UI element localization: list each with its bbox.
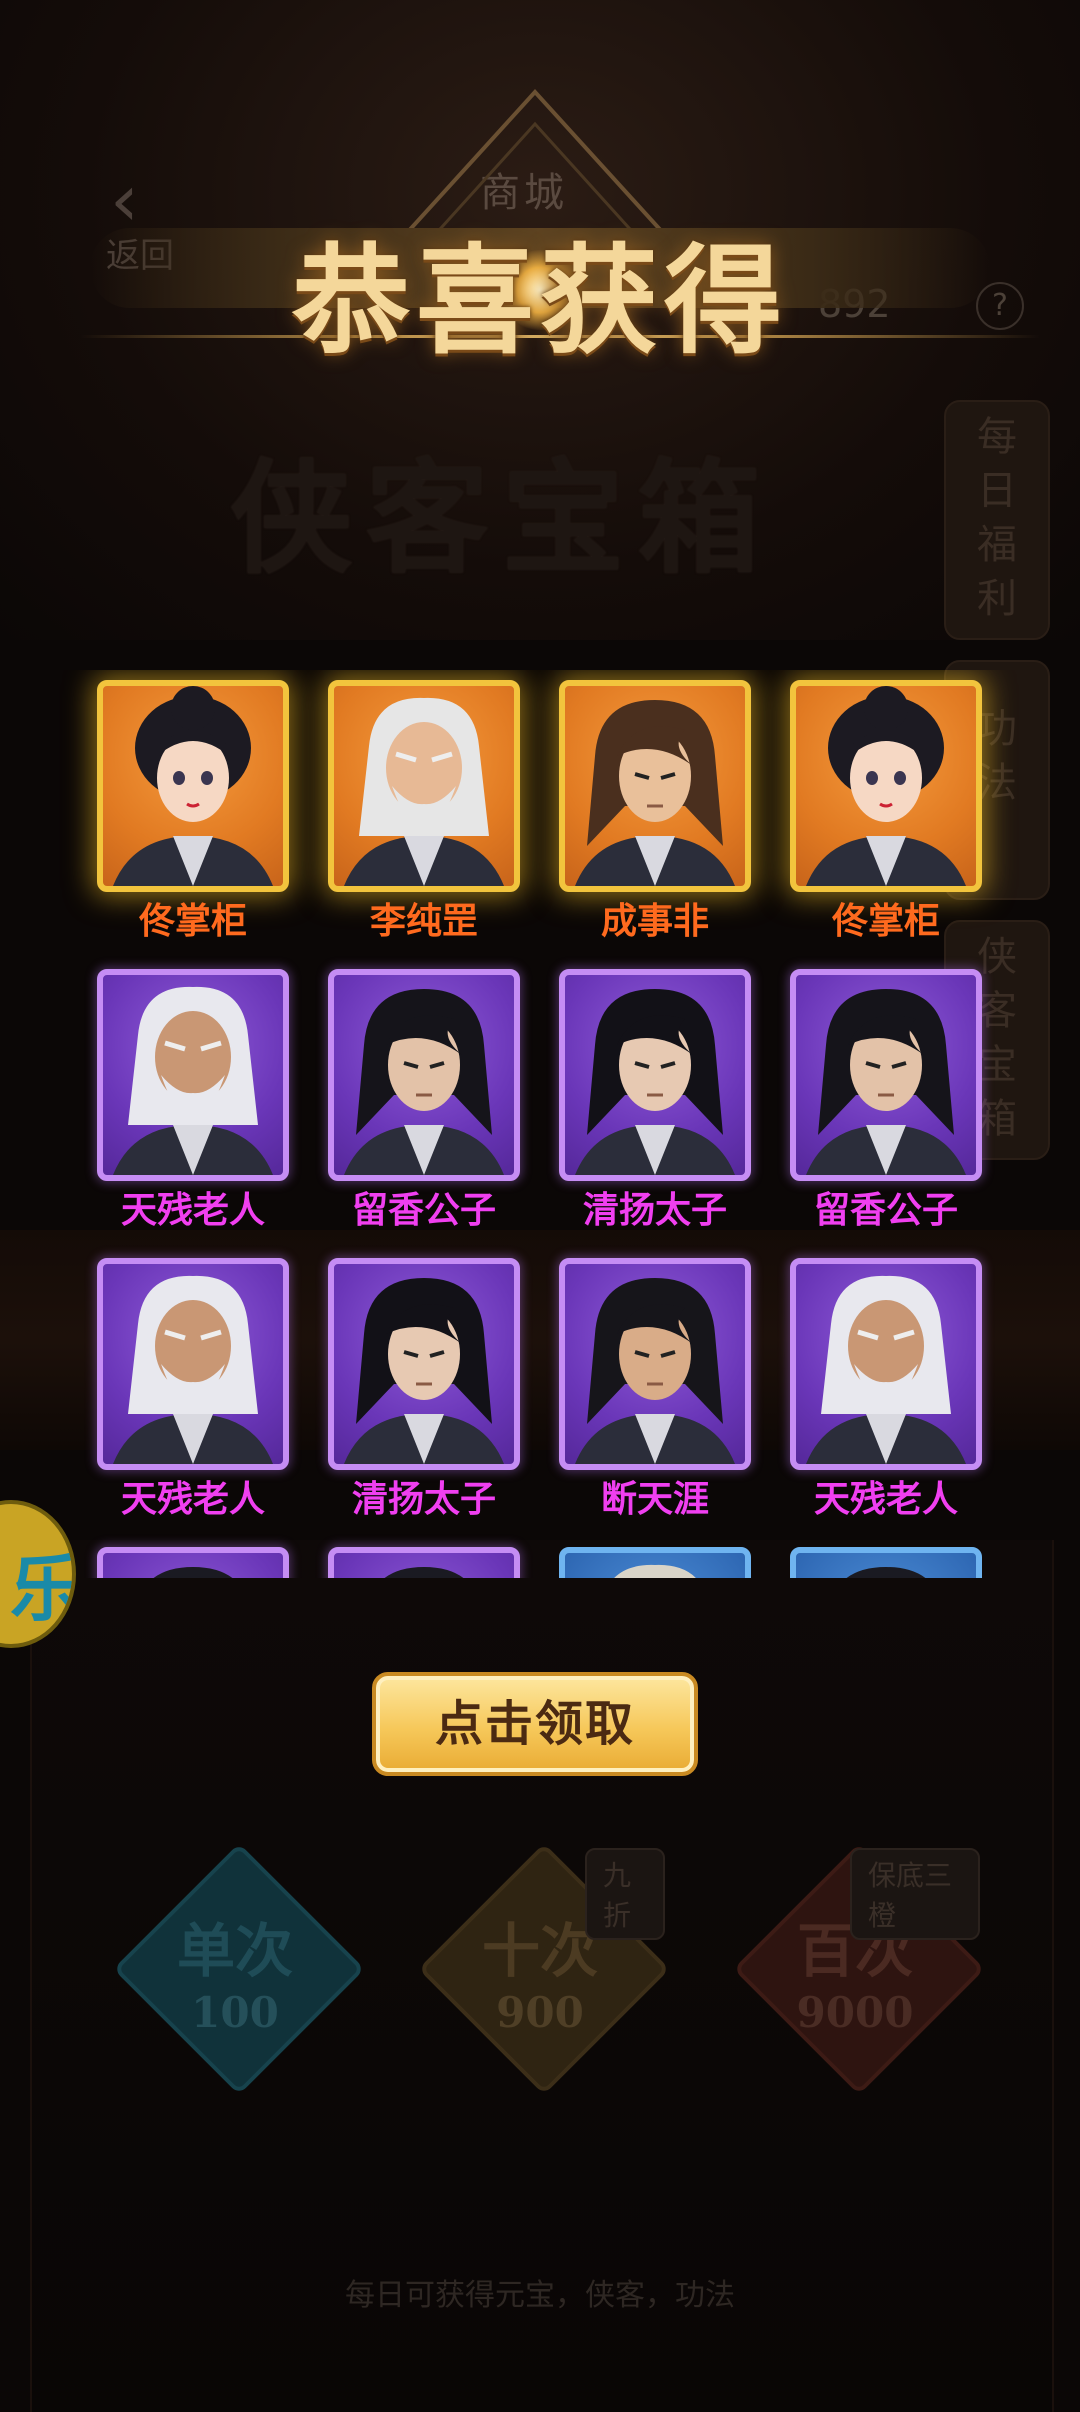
hero-portrait-art	[113, 1275, 273, 1464]
hero-name: 天残老人	[120, 1479, 265, 1520]
hero-portrait	[97, 680, 289, 892]
hero-portrait-art	[153, 1567, 233, 1578]
hero-portrait	[559, 1547, 751, 1578]
hero-name: 清扬太子	[582, 1190, 727, 1231]
hero-portrait	[790, 1547, 982, 1578]
hero-name: 李纯罡	[369, 901, 478, 942]
hero-portrait	[97, 1258, 289, 1470]
hero-chest-heading: 侠客宝箱	[230, 446, 774, 590]
gacha-hundred[interactable]: 百次 9000 保底三橙	[730, 1843, 985, 2110]
hero-portrait	[328, 969, 520, 1181]
hero-name: 佟掌柜	[831, 901, 940, 942]
hero-portrait-art	[575, 700, 735, 886]
reward-card[interactable]	[97, 1547, 289, 1578]
gacha-ten[interactable]: 十次 900 九折	[415, 1843, 670, 2110]
hero-portrait	[328, 1258, 520, 1470]
claim-button[interactable]: 点击领取	[372, 1672, 698, 1776]
hero-portrait-art	[806, 686, 966, 886]
reward-grid: 佟掌柜 李纯罡 成事非 佟掌柜 天残老人 留香公子 清扬太子 留香公子 天残老人 清扬太子 断天涯天…	[0, 670, 1080, 1578]
gacha-price: 9000	[796, 1988, 914, 2037]
gacha-price: 100	[191, 1988, 279, 2037]
hero-name: 佟掌柜	[138, 901, 247, 942]
hero-portrait	[559, 1258, 751, 1470]
reward-card[interactable]: 断天涯	[559, 1258, 751, 1520]
hero-portrait-art	[614, 1564, 696, 1578]
reward-card[interactable]: 清扬太子	[559, 969, 751, 1231]
hero-name: 留香公子	[351, 1190, 496, 1231]
hero-portrait	[328, 1547, 520, 1578]
reward-card[interactable]: 清扬太子	[328, 1258, 520, 1520]
reward-card[interactable]: 天残老人	[790, 1258, 982, 1520]
side-tab-label: 每日福利	[977, 414, 1017, 622]
hero-portrait-art	[846, 1567, 926, 1578]
hero-name: 断天涯	[600, 1479, 709, 1520]
hero-portrait-art	[344, 989, 504, 1175]
hero-name: 成事非	[600, 901, 709, 942]
hero-portrait-art	[344, 1278, 504, 1464]
hero-portrait-art	[806, 1275, 966, 1464]
hero-name: 清扬太子	[351, 1479, 496, 1520]
reward-card[interactable]: 天残老人	[97, 969, 289, 1231]
hero-name: 留香公子	[813, 1190, 958, 1231]
hero-portrait	[97, 1547, 289, 1578]
hero-portrait-art	[575, 1278, 735, 1464]
popup-title: 恭喜获得	[291, 231, 788, 370]
hero-portrait-art	[344, 697, 504, 886]
reward-card[interactable]	[790, 1547, 982, 1578]
hero-portrait	[559, 969, 751, 1181]
reward-card[interactable]: 佟掌柜	[97, 680, 289, 942]
hero-portrait	[328, 680, 520, 892]
reward-card[interactable]: 留香公子	[328, 969, 520, 1231]
hero-portrait	[559, 680, 751, 892]
gacha-name: 单次	[176, 1917, 293, 1985]
reward-card[interactable]: 佟掌柜	[790, 680, 982, 942]
hero-name: 天残老人	[120, 1190, 265, 1231]
footer-note: 每日可获得元宝，侠客，功法	[345, 2278, 735, 2313]
hero-portrait	[790, 969, 982, 1181]
hero-portrait-art	[113, 686, 273, 886]
hero-portrait	[790, 680, 982, 892]
hero-portrait-art	[113, 986, 273, 1175]
gacha-price: 900	[496, 1988, 584, 2037]
hero-name: 天残老人	[813, 1479, 958, 1520]
hero-portrait	[97, 969, 289, 1181]
gacha-single[interactable]: 单次 100	[110, 1843, 365, 2110]
hero-portrait-art	[384, 1567, 464, 1578]
side-tab-daily[interactable]: 每日福利	[944, 400, 1050, 640]
reward-card[interactable]: 天残老人	[97, 1258, 289, 1520]
hero-portrait-art	[806, 989, 966, 1175]
reward-card[interactable]: 成事非	[559, 680, 751, 942]
reward-card[interactable]	[559, 1547, 751, 1578]
hero-portrait	[790, 1258, 982, 1470]
reward-card[interactable]	[328, 1547, 520, 1578]
hero-portrait-art	[575, 989, 735, 1175]
reward-card[interactable]: 留香公子	[790, 969, 982, 1231]
gacha-discount-tag: 九折	[585, 1848, 665, 1940]
reward-card[interactable]: 李纯罡	[328, 680, 520, 942]
gacha-guarantee-tag: 保底三橙	[850, 1848, 980, 1940]
